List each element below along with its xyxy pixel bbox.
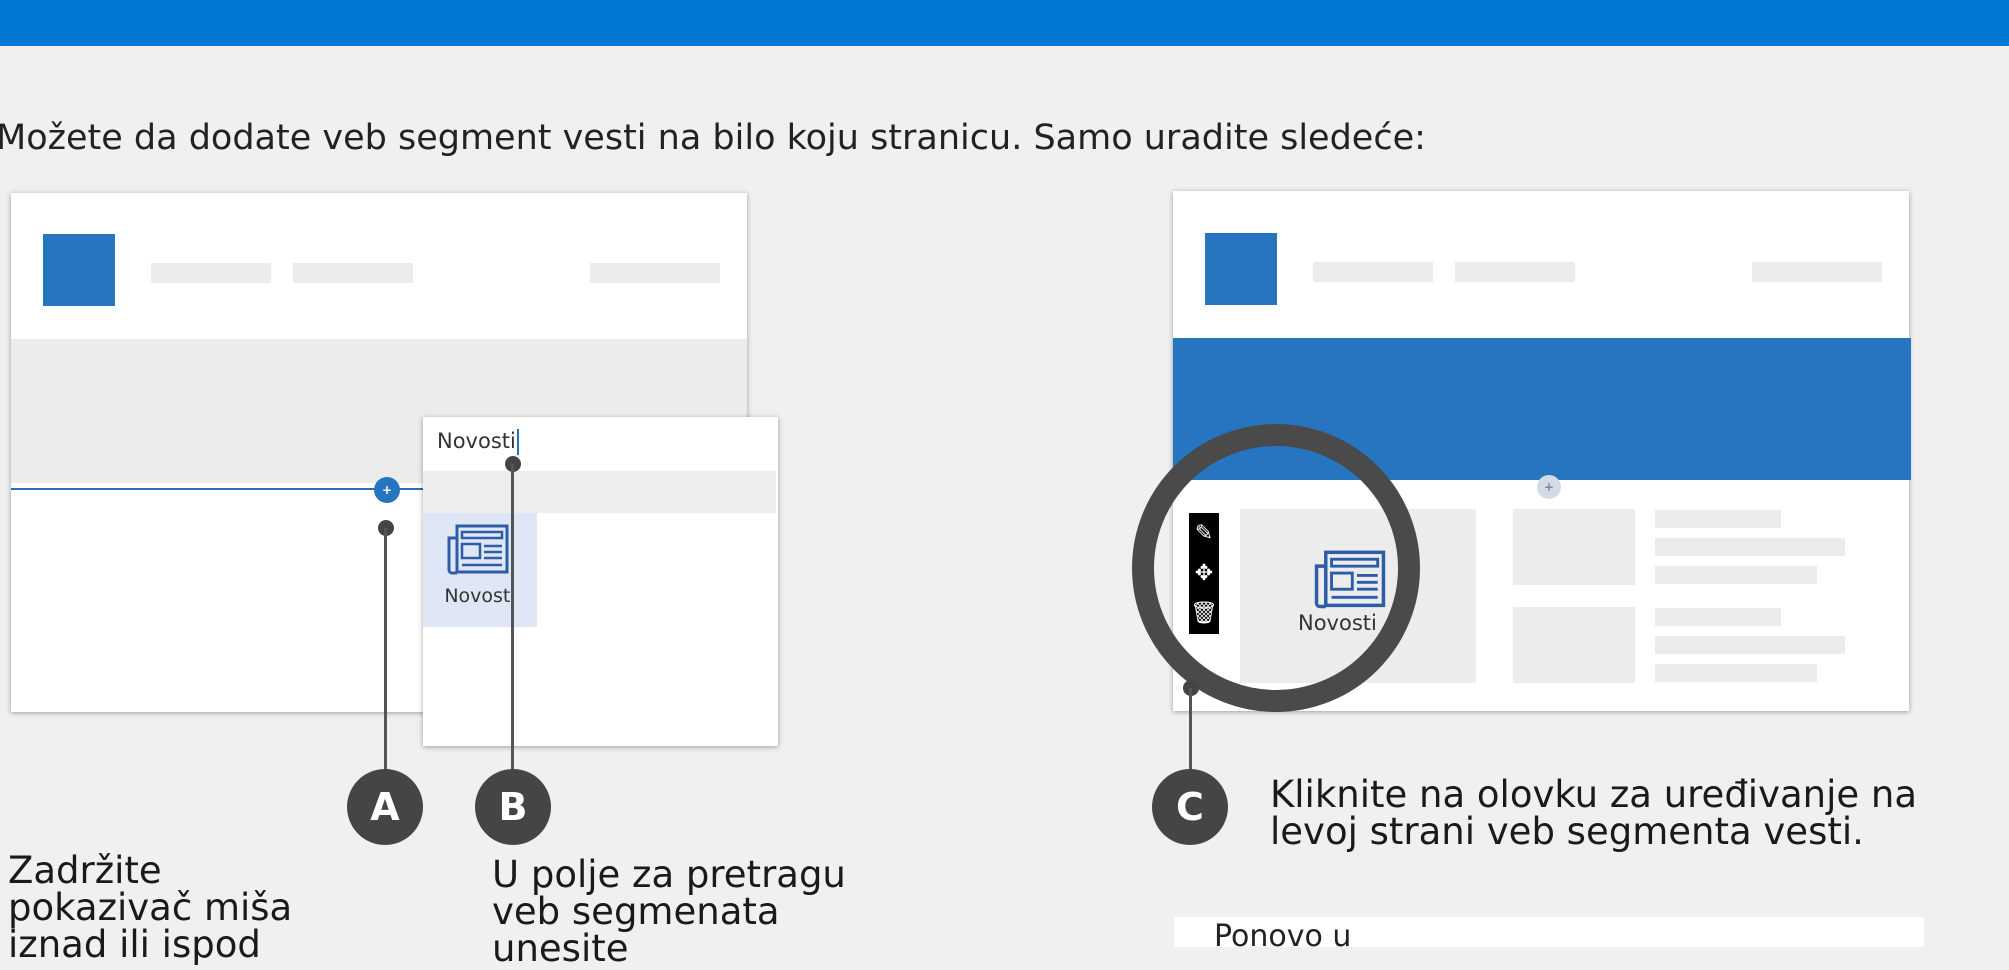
search-results-header bbox=[423, 471, 776, 513]
content-placeholder bbox=[1513, 607, 1635, 683]
site-logo-placeholder bbox=[43, 234, 115, 306]
nav-placeholder bbox=[1752, 262, 1882, 282]
step-a-text: Zadržite pokazivač miša iznad ili ispod bbox=[8, 849, 293, 966]
connector-line-a bbox=[384, 528, 387, 772]
connector-line-c bbox=[1189, 688, 1192, 772]
text-line-placeholder bbox=[1655, 510, 1781, 528]
content-placeholder bbox=[1513, 509, 1635, 585]
step-badge-b: B bbox=[475, 769, 551, 845]
intro-text: Možete da dodate veb segment vesti na bi… bbox=[0, 118, 1426, 158]
bottom-panel: Ponovo u bbox=[1174, 917, 1924, 954]
insertion-line bbox=[11, 488, 423, 490]
text-line-placeholder bbox=[1655, 566, 1817, 584]
connector-line-b bbox=[511, 464, 514, 772]
nav-placeholder bbox=[293, 263, 413, 283]
magnifier-ring bbox=[1132, 424, 1420, 712]
text-cursor bbox=[516, 429, 519, 455]
step-badge-c: C bbox=[1152, 769, 1228, 845]
site-logo-placeholder bbox=[1205, 233, 1277, 305]
top-bar bbox=[0, 0, 2009, 46]
webpart-search-popup: Novosti Novosti bbox=[423, 417, 778, 746]
text-line-placeholder bbox=[1655, 664, 1817, 682]
news-webpart-tile[interactable]: Novosti bbox=[423, 513, 537, 627]
add-webpart-plus-icon[interactable]: + bbox=[374, 477, 400, 503]
newspaper-icon bbox=[447, 524, 509, 575]
text-line-placeholder bbox=[1655, 636, 1845, 654]
bottom-panel-text: Ponovo u bbox=[1214, 919, 1352, 954]
news-tile-label: Novosti bbox=[444, 585, 516, 607]
nav-placeholder bbox=[151, 263, 271, 283]
nav-placeholder bbox=[1455, 262, 1575, 282]
nav-placeholder bbox=[1313, 262, 1433, 282]
step-b-text: U polje za pretragu veb segmenata unesit… bbox=[492, 853, 846, 970]
nav-placeholder bbox=[590, 263, 720, 283]
step-c-text: Kliknite na olovku za uređivanje na levo… bbox=[1270, 773, 1918, 853]
step-badge-a: A bbox=[347, 769, 423, 845]
webpart-search-input[interactable]: Novosti bbox=[437, 429, 519, 455]
add-section-plus-icon[interactable]: + bbox=[1537, 475, 1561, 499]
text-line-placeholder bbox=[1655, 608, 1781, 626]
text-line-placeholder bbox=[1655, 538, 1845, 556]
